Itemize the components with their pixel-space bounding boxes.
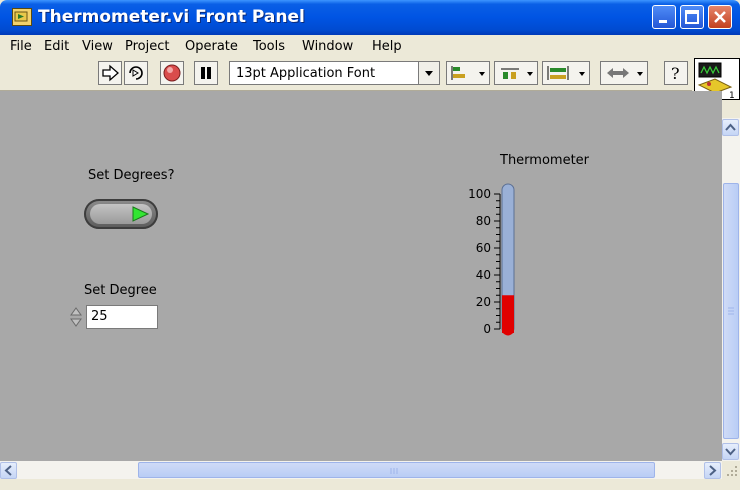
toolbar: 13pt Application Font ? bbox=[0, 57, 692, 91]
led-indicator bbox=[90, 204, 152, 224]
menu-edit[interactable]: Edit bbox=[44, 39, 69, 54]
scroll-down-button[interactable] bbox=[722, 443, 739, 460]
scroll-right-button[interactable] bbox=[704, 462, 721, 479]
menu-bar: File Edit View Project Operate Tools Win… bbox=[0, 35, 740, 57]
menu-project[interactable]: Project bbox=[125, 39, 169, 54]
increment-decrement-arrows[interactable] bbox=[68, 305, 85, 329]
scale-tick-label: 100 bbox=[468, 187, 491, 201]
abort-execution-icon[interactable] bbox=[160, 61, 184, 85]
font-ring-label: 13pt Application Font bbox=[236, 66, 376, 81]
menu-file[interactable]: File bbox=[10, 39, 32, 54]
scale-tick-label: 0 bbox=[483, 322, 491, 336]
maximize-button[interactable] bbox=[680, 5, 704, 29]
numeric-input-field[interactable]: 25 bbox=[86, 305, 158, 329]
run-arrow-icon[interactable] bbox=[98, 61, 122, 85]
menu-window[interactable]: Window bbox=[302, 39, 353, 54]
text-settings-dropdown[interactable]: 13pt Application Font bbox=[229, 61, 440, 85]
menu-help[interactable]: Help bbox=[372, 39, 402, 54]
scale-tick-label: 20 bbox=[476, 295, 491, 309]
connector-pane-label: 1 bbox=[729, 91, 735, 99]
context-help-icon[interactable]: ? bbox=[664, 61, 688, 85]
title-bar[interactable]: Thermometer.vi Front Panel bbox=[0, 0, 740, 35]
thermometer-label: Thermometer bbox=[500, 153, 590, 168]
thermometer-bulb bbox=[502, 329, 514, 336]
boolean-control-label: Set Degrees? bbox=[88, 168, 175, 183]
window-bottom-border bbox=[0, 479, 740, 490]
minimize-button[interactable] bbox=[652, 5, 676, 29]
thermometer-scale: 100 80 60 40 20 0 bbox=[468, 187, 501, 336]
scale-tick-label: 60 bbox=[476, 241, 491, 255]
resize-grip-icon[interactable] bbox=[722, 461, 740, 479]
numeric-value: 25 bbox=[91, 309, 108, 324]
labview-window: Thermometer.vi Front Panel File Edit Vie… bbox=[0, 0, 740, 490]
numeric-control-label: Set Degree bbox=[84, 283, 157, 298]
chevron-down-icon[interactable] bbox=[418, 62, 439, 84]
align-objects-icon[interactable] bbox=[446, 61, 490, 85]
vertical-scroll-thumb[interactable] bbox=[723, 183, 739, 439]
play-arrow-icon bbox=[132, 206, 150, 222]
close-button[interactable] bbox=[708, 5, 732, 29]
labview-app-icon[interactable] bbox=[12, 8, 32, 26]
front-panel-top bbox=[0, 91, 722, 118]
reorder-icon[interactable] bbox=[600, 61, 648, 85]
menu-view[interactable]: View bbox=[82, 39, 113, 54]
run-continuously-icon[interactable] bbox=[124, 61, 148, 85]
scroll-up-button[interactable] bbox=[722, 119, 739, 136]
pause-icon[interactable] bbox=[194, 61, 218, 85]
thermometer-fill bbox=[502, 295, 514, 333]
set-degree-numeric: 25 bbox=[68, 305, 158, 329]
set-degrees-button[interactable] bbox=[84, 199, 158, 229]
horizontal-scroll-thumb[interactable] bbox=[138, 462, 655, 478]
resize-objects-icon[interactable] bbox=[542, 61, 590, 85]
svg-text:?: ? bbox=[671, 64, 680, 83]
scale-tick-label: 40 bbox=[476, 268, 491, 282]
scale-tick-label: 80 bbox=[476, 214, 491, 228]
window-title: Thermometer.vi Front Panel bbox=[38, 7, 305, 27]
menu-operate[interactable]: Operate bbox=[185, 39, 238, 54]
thermometer-indicator: 100 80 60 40 20 0 bbox=[462, 182, 522, 342]
distribute-objects-icon[interactable] bbox=[494, 61, 538, 85]
scroll-left-button[interactable] bbox=[0, 462, 17, 479]
menu-tools[interactable]: Tools bbox=[253, 39, 285, 54]
